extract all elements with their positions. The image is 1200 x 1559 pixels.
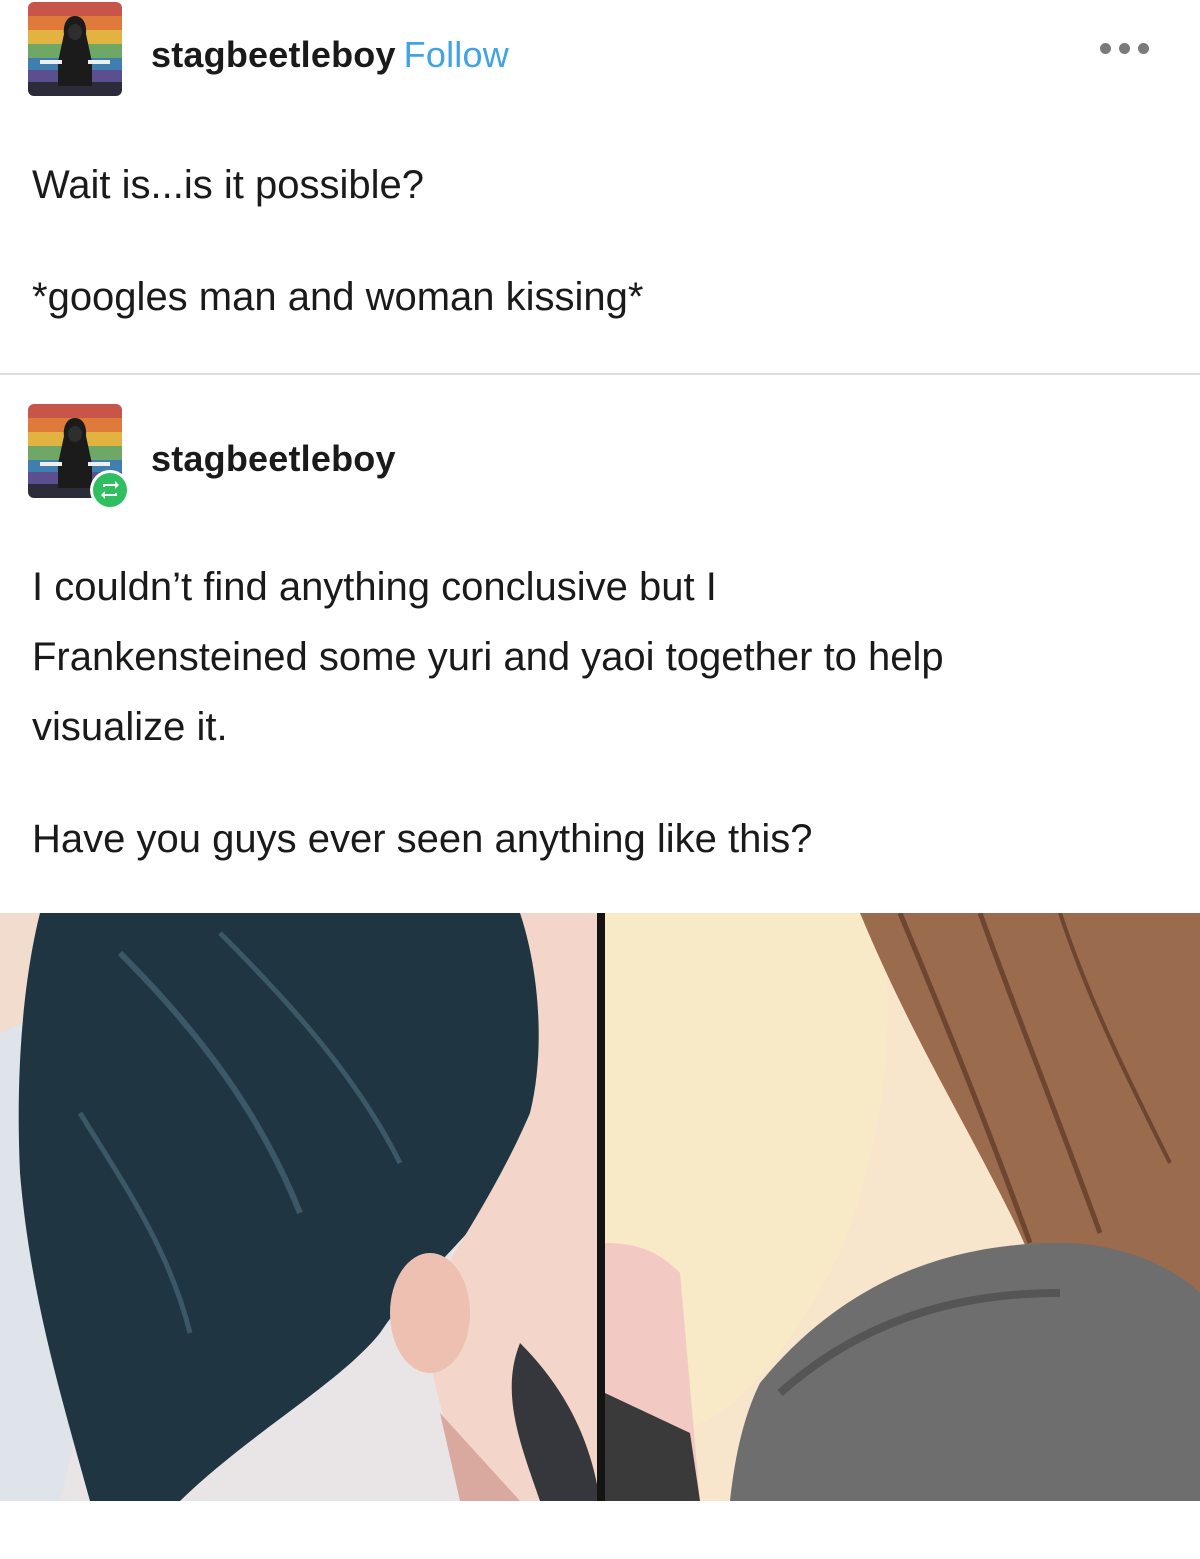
post-line-2: *googles man and woman kissing* <box>32 275 644 319</box>
avatar-icon <box>28 2 122 96</box>
follow-button[interactable]: Follow <box>404 34 509 75</box>
kissing-collage-image <box>0 913 1200 1501</box>
post-author: stagbeetleboy Follow <box>151 34 509 76</box>
more-dots-icon[interactable] <box>1094 30 1156 66</box>
reblog-line-4: Have you guys ever seen anything like th… <box>32 817 813 861</box>
reblog-author[interactable]: stagbeetleboy <box>151 438 396 480</box>
divider <box>0 373 1200 375</box>
reblog-line-2: Frankensteined some yuri and yaoi togeth… <box>32 635 944 679</box>
reblog-line-3: visualize it. <box>32 705 228 749</box>
avatar[interactable] <box>28 2 122 96</box>
reblog-line-1: I couldn’t find anything conclusive but … <box>32 565 717 609</box>
reblog-icon <box>90 470 130 510</box>
post-author-name[interactable]: stagbeetleboy <box>151 34 396 75</box>
post-line-1: Wait is...is it possible? <box>32 163 424 207</box>
